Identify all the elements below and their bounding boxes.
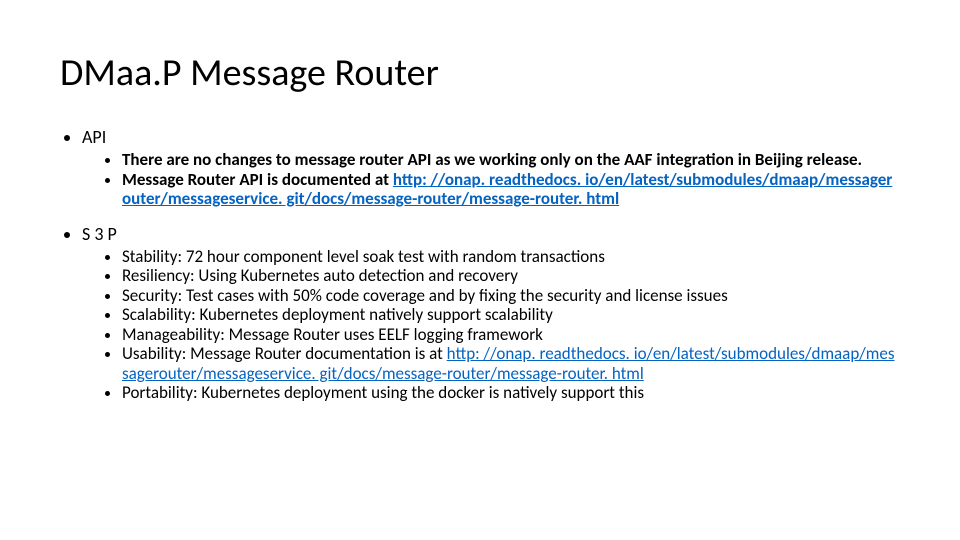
slide: DMaa.P Message Router API There are no c…: [0, 0, 960, 540]
list-item: Portability: Kubernetes deployment using…: [122, 383, 900, 403]
api-sublist: There are no changes to message router A…: [82, 150, 900, 209]
s3p-sublist: Stability: 72 hour component level soak …: [82, 247, 900, 403]
section-api: API There are no changes to message rout…: [82, 126, 900, 209]
item-text: Security: Test cases with 50% code cover…: [122, 285, 728, 306]
item-text: Resiliency: Using Kubernetes auto detect…: [122, 265, 518, 286]
item-text: Message Router API is documented at: [122, 169, 393, 190]
list-item: Message Router API is documented at http…: [122, 170, 900, 209]
item-text: There are no changes to message router A…: [122, 149, 862, 170]
item-text: Portability: Kubernetes deployment using…: [122, 382, 644, 403]
item-text: Stability: 72 hour component level soak …: [122, 246, 605, 267]
list-item: Scalability: Kubernetes deployment nativ…: [122, 305, 900, 325]
list-item: Resiliency: Using Kubernetes auto detect…: [122, 266, 900, 286]
list-item: Usability: Message Router documentation …: [122, 344, 900, 383]
list-item: Stability: 72 hour component level soak …: [122, 247, 900, 267]
item-text: Usability: Message Router documentation …: [122, 343, 447, 364]
list-item: There are no changes to message router A…: [122, 150, 900, 170]
list-item: Manageability: Message Router uses EELF …: [122, 325, 900, 345]
item-text: Scalability: Kubernetes deployment nativ…: [122, 304, 553, 325]
page-title: DMaa.P Message Router: [60, 50, 900, 96]
item-text: Manageability: Message Router uses EELF …: [122, 324, 543, 345]
top-list: API There are no changes to message rout…: [60, 126, 900, 403]
list-item: Security: Test cases with 50% code cover…: [122, 286, 900, 306]
section-label: API: [82, 126, 106, 148]
section-s3p: S 3 P Stability: 72 hour component level…: [82, 223, 900, 403]
section-label: S 3 P: [82, 223, 117, 245]
